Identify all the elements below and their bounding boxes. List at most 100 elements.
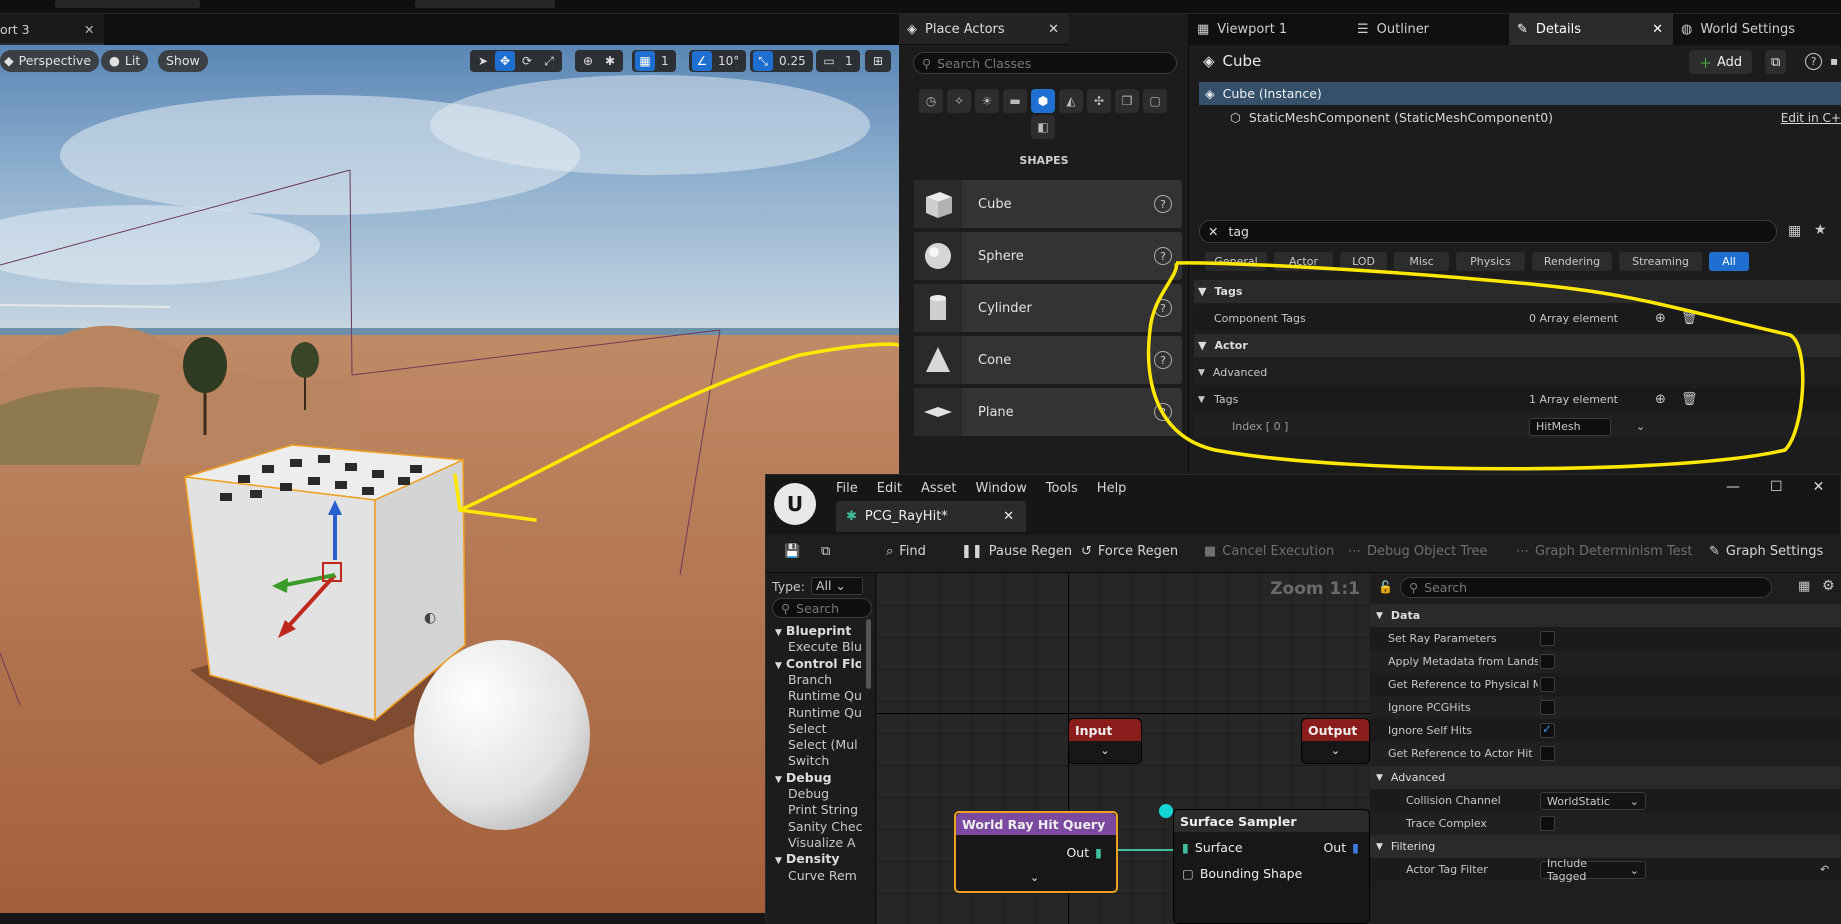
close-icon[interactable]: ✕: [1048, 22, 1059, 37]
palette-item[interactable]: Curve Rem: [788, 868, 874, 883]
expand-icon[interactable]: ⌄: [1030, 871, 1039, 884]
menu-edit[interactable]: Edit: [877, 481, 902, 496]
lit-button[interactable]: ● Lit: [101, 50, 149, 72]
menu-help[interactable]: Help: [1097, 481, 1127, 496]
graph-canvas[interactable]: Zoom 1:1 Input ⌄ Output ⌄ World Ray Hit …: [876, 573, 1370, 924]
property-checkbox[interactable]: [1540, 746, 1555, 761]
tab-viewport[interactable]: ort 3 ✕: [0, 14, 104, 45]
close-icon[interactable]: ✕: [1652, 22, 1663, 37]
property-checkbox[interactable]: ✓: [1540, 722, 1555, 738]
all-classes-icon[interactable]: ❐: [1115, 89, 1139, 113]
palette-item[interactable]: Switch: [788, 753, 874, 768]
cancel-execution-button[interactable]: ■ Cancel Execution: [1204, 544, 1334, 559]
search-classes-input[interactable]: ⚲ Search Classes: [913, 52, 1177, 74]
property-checkbox[interactable]: [1540, 654, 1555, 669]
section-data[interactable]: ▼ Data: [1370, 604, 1841, 627]
selected-cube[interactable]: [184, 444, 466, 722]
visual-effects-icon[interactable]: ◭: [1059, 89, 1083, 113]
tab-world-settings[interactable]: ◍ World Settings: [1673, 14, 1841, 45]
palette-category[interactable]: ▼ Density: [775, 851, 861, 866]
ray-out-pin[interactable]: Out ▮: [1066, 845, 1102, 860]
menu-file[interactable]: File: [836, 481, 858, 496]
palette-item[interactable]: Visualize A: [788, 835, 874, 850]
minimize-icon[interactable]: —: [1726, 479, 1740, 495]
globe-icon[interactable]: ⊕: [578, 51, 598, 71]
static-mesh-component-row[interactable]: ⬡ StaticMeshComponent (StaticMeshCompone…: [1230, 106, 1841, 129]
world-ray-hit-query-node[interactable]: World Ray Hit Query Out ▮ ⌄: [954, 811, 1118, 893]
section-filtering[interactable]: ▼ Filtering: [1370, 835, 1841, 858]
help-icon[interactable]: ?: [1154, 195, 1172, 213]
translate-icon[interactable]: ✥: [495, 51, 515, 71]
palette-item[interactable]: Runtime Qu: [788, 688, 874, 703]
bounding-shape-pin[interactable]: ▢ Bounding Shape: [1182, 866, 1302, 881]
section-advanced[interactable]: ▼ Advanced: [1370, 766, 1841, 789]
palette-item[interactable]: Execute Blu: [788, 639, 874, 654]
shape-cube[interactable]: Cube ?: [914, 180, 1182, 228]
menu-pill[interactable]: [415, 0, 555, 8]
palette-item[interactable]: Sanity Chec: [788, 819, 874, 834]
table-view-icon[interactable]: ▦: [1788, 223, 1801, 239]
property-checkbox[interactable]: [1540, 700, 1555, 715]
grid-icon[interactable]: ▦: [635, 51, 655, 71]
palette-item[interactable]: Print String: [788, 802, 874, 817]
browse-icon[interactable]: ⧉: [821, 544, 830, 559]
angle-icon[interactable]: ∠: [692, 51, 712, 71]
reset-icon[interactable]: ↶: [1820, 863, 1829, 876]
find-button[interactable]: ⌕ Find: [886, 544, 926, 559]
gear-icon[interactable]: ⚙: [1822, 578, 1835, 594]
layout-icon[interactable]: ⊞: [868, 51, 888, 71]
star-icon[interactable]: ★: [1814, 222, 1827, 238]
surface-sampler-node[interactable]: Surface Sampler ▮ Surface Out ▮ ▢ Boundi…: [1173, 809, 1370, 924]
debug-object-tree-button[interactable]: ⋯ Debug Object Tree: [1348, 544, 1487, 559]
tab-pcg-rayhit[interactable]: ✱ PCG_RayHit* ✕: [836, 501, 1026, 532]
close-icon[interactable]: ✕: [1813, 479, 1825, 495]
grid-snap-tool[interactable]: ▦ 1: [632, 50, 676, 72]
output-node[interactable]: Output ⌄: [1301, 718, 1370, 764]
settings-icon[interactable]: ▪: [1830, 54, 1838, 68]
pcg-icon[interactable]: ▢: [1143, 89, 1167, 113]
properties-search-input[interactable]: ⚲ Search: [1400, 577, 1772, 598]
palette-item[interactable]: Runtime Qu: [788, 705, 874, 720]
blueprint-button[interactable]: ⧉: [1765, 50, 1787, 74]
graph-settings-button[interactable]: ✎ Graph Settings: [1709, 544, 1823, 559]
extra-icon[interactable]: ◧: [1031, 115, 1055, 139]
close-icon[interactable]: ✕: [84, 22, 94, 37]
add-component-button[interactable]: ＋ Add: [1689, 50, 1753, 74]
tab-outliner[interactable]: ☰ Outliner: [1349, 14, 1509, 45]
component-instance-row[interactable]: ◈ Cube (Instance): [1199, 82, 1841, 105]
details-search-input[interactable]: ✕ tag: [1199, 220, 1777, 243]
property-checkbox[interactable]: [1540, 677, 1555, 692]
tab-viewport-1[interactable]: ▦ Viewport 1: [1189, 14, 1349, 45]
palette-scrollbar[interactable]: [866, 619, 871, 689]
palette-item[interactable]: Select: [788, 721, 874, 736]
palette-item[interactable]: Debug: [788, 786, 874, 801]
lights-icon[interactable]: ☀: [975, 89, 999, 113]
menu-window[interactable]: Window: [976, 481, 1027, 496]
surface-pin[interactable]: ▮ Surface: [1182, 840, 1243, 855]
palette-item[interactable]: Select (Mul: [788, 737, 874, 752]
menu-asset[interactable]: Asset: [921, 481, 957, 496]
sphere-actor[interactable]: [414, 640, 590, 830]
lock-icon[interactable]: 🔓: [1378, 580, 1393, 594]
table-view-icon[interactable]: ▦: [1798, 579, 1810, 594]
cinematic-icon[interactable]: ▬: [1003, 89, 1027, 113]
basic-icon[interactable]: ✧: [947, 89, 971, 113]
angle-snap-tool[interactable]: ∠ 10°: [689, 50, 747, 72]
layout-tool[interactable]: ⊞: [865, 50, 891, 72]
scale-icon[interactable]: ⤢: [539, 51, 559, 71]
palette-search-input[interactable]: ⚲ Search: [772, 598, 872, 618]
palette-category[interactable]: ▼ Debug: [775, 770, 861, 785]
edit-in-cpp-link[interactable]: Edit in C+: [1781, 111, 1841, 125]
property-checkbox[interactable]: [1540, 631, 1555, 646]
menu-tools[interactable]: Tools: [1046, 481, 1078, 496]
palette-category[interactable]: ▼ Blueprint: [775, 623, 861, 638]
expand-icon[interactable]: ⌄: [1302, 744, 1369, 757]
show-button[interactable]: Show: [158, 50, 208, 72]
expand-icon[interactable]: ⌄: [1069, 744, 1141, 757]
tab-place-actors[interactable]: ◈ Place Actors ✕: [899, 14, 1069, 45]
surface-snap-icon[interactable]: ✱: [600, 51, 620, 71]
volumes-icon[interactable]: ✣: [1087, 89, 1111, 113]
camera-icon[interactable]: ▭: [819, 51, 839, 71]
select-icon[interactable]: ➤: [473, 51, 493, 71]
actor-tag-filter-dropdown[interactable]: Include Tagged ⌄: [1540, 857, 1646, 883]
